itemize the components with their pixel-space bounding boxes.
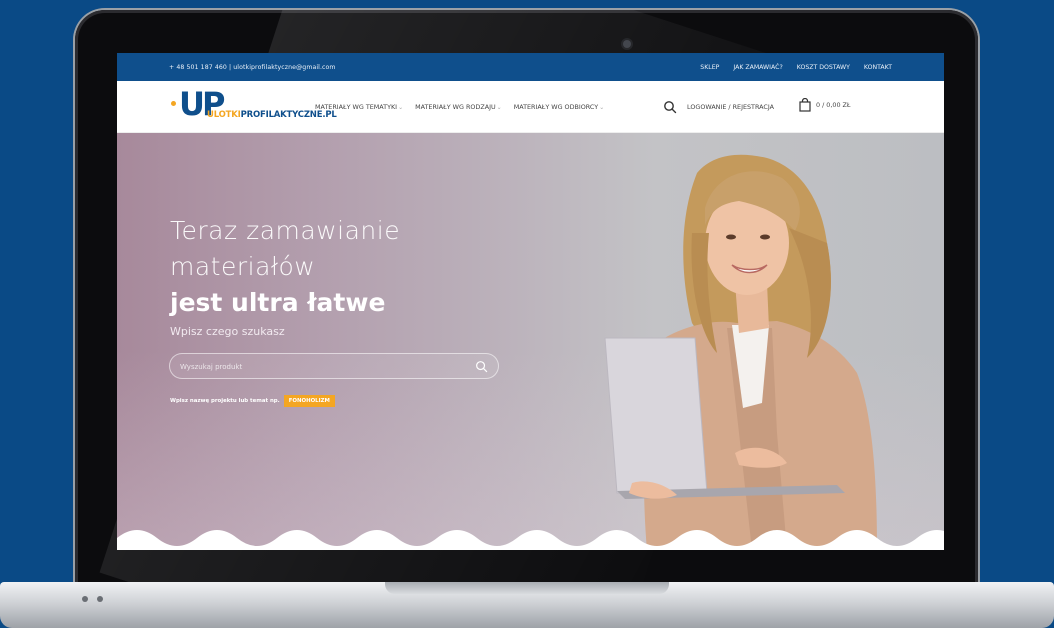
nav-item-by-audience[interactable]: MATERIAŁY WG ODBIORCY⌄ [514,103,605,111]
indicator-light-icon [97,596,103,602]
nav-label: MATERIAŁY WG ODBIORCY [513,103,599,111]
headline-line-2: materiałów [170,252,316,281]
hero-headline: Teraz zamawianie materiałów jest ultra ł… [170,213,400,321]
laptop-screen: + 48 501 187 460 | ulotkiprofilaktyczne@… [117,53,944,550]
nav-label: MATERIAŁY WG RODZAJU [415,103,496,111]
main-nav: MATERIAŁY WG TEMATYKI⌄ MATERIAŁY WG RODZ… [315,81,604,133]
top-link-shop[interactable]: SKLEP [700,64,719,71]
hint-text: Wpisz nazwę projektu lub temat np. [170,398,280,404]
laptop-hinge-notch [385,582,669,594]
site-header: UP ULOTKIPROFILAKTYCZNE.PL MATERIAŁY WG … [117,81,944,133]
indicator-light-icon [82,596,88,602]
login-register-link[interactable]: LOGOWANIE / REJESTRACJA [687,103,774,111]
wave-divider [117,530,944,550]
search-input[interactable] [180,360,470,374]
headline-line-1: Teraz zamawianie [170,216,401,245]
chevron-down-icon: ⌄ [398,104,404,111]
hero-search [169,353,499,379]
search-icon[interactable] [475,360,488,373]
top-bar: + 48 501 187 460 | ulotkiprofilaktyczne@… [117,53,944,81]
woman-with-laptop-image [604,154,877,550]
nav-item-by-topic[interactable]: MATERIAŁY WG TEMATYKI⌄ [315,103,403,111]
chevron-down-icon: ⌄ [599,104,605,111]
cart-amount: 0 / 0,00 ZŁ [816,101,851,109]
bag-icon [799,98,811,112]
headline-line-3: jest ultra łatwe [170,288,386,317]
top-link-how-to-order[interactable]: JAK ZAMAWIAĆ? [733,64,782,71]
contact-info: + 48 501 187 460 | ulotkiprofilaktyczne@… [169,63,336,71]
search-icon[interactable] [663,100,677,114]
nav-label: MATERIAŁY WG TEMATYKI [315,103,398,111]
logo-text-accent: ULOTKI [207,110,241,120]
hero-banner: Teraz zamawianie materiałów jest ultra ł… [117,133,944,550]
logo-dot [171,101,176,106]
search-hint: Wpisz nazwę projektu lub temat np. FONOH… [170,395,335,407]
chevron-down-icon: ⌄ [496,104,502,111]
cart-button[interactable]: 0 / 0,00 ZŁ [799,98,851,112]
top-links: SKLEP JAK ZAMAWIAĆ? KOSZT DOSTAWY KONTAK… [700,64,892,71]
example-tag-button[interactable]: FONOHOLIZM [283,395,335,407]
camera-icon [623,40,631,48]
nav-item-by-type[interactable]: MATERIAŁY WG RODZAJU⌄ [415,103,502,111]
top-link-contact[interactable]: KONTAKT [864,64,892,71]
top-link-shipping-cost[interactable]: KOSZT DOSTAWY [797,64,850,71]
site-logo[interactable]: UP ULOTKIPROFILAKTYCZNE.PL [165,87,337,127]
hero-subhead: Wpisz czego szukasz [170,325,285,338]
